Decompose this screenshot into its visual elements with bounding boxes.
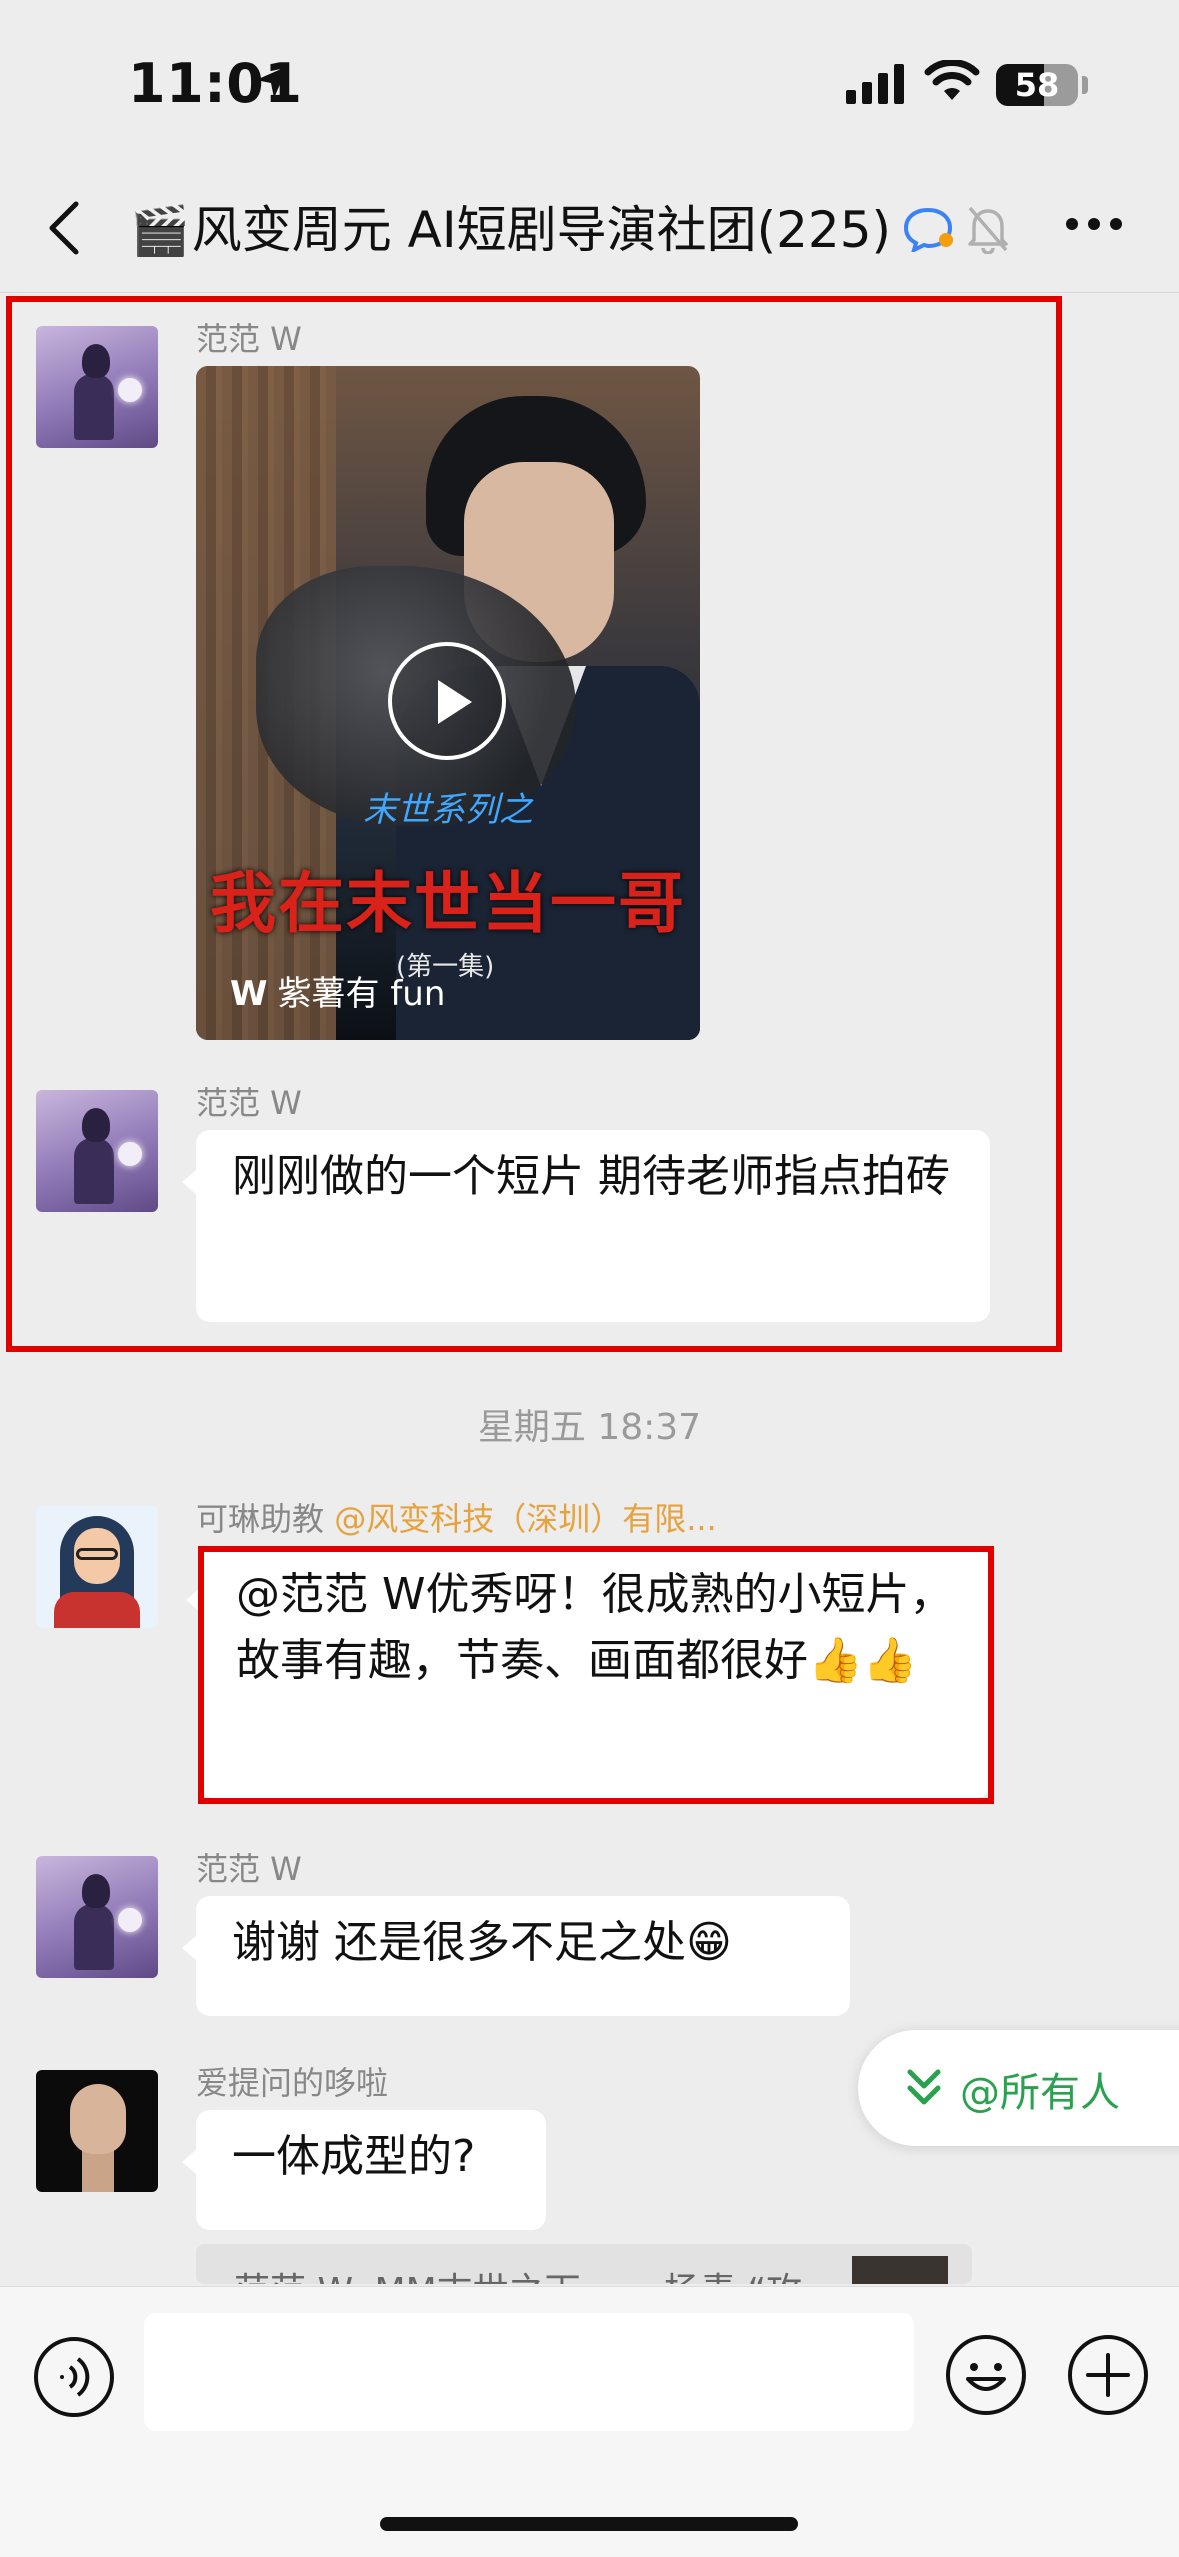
battery-percent: 58: [1014, 66, 1060, 104]
avatar[interactable]: [36, 1090, 158, 1212]
chat-title[interactable]: 🎬风变周元 AI短剧导演社团(225): [130, 190, 891, 262]
sender-org-tag: @风变科技（深圳）有限...: [334, 1500, 717, 1538]
avatar[interactable]: [36, 2070, 158, 2192]
voice-input-icon[interactable]: [32, 2335, 116, 2419]
quoted-message[interactable]: 范范 W: ⅯM末世之下…… 杨青 “攻: [196, 2244, 972, 2284]
avatar[interactable]: [36, 1856, 158, 1978]
quoted-thumbnail: [852, 2256, 948, 2284]
chat-header: 🎬风变周元 AI短剧导演社团(225): [0, 160, 1179, 293]
status-bar: 11:01 58: [0, 0, 1179, 160]
battery-icon: 58: [996, 64, 1078, 106]
muted-bell-icon: [968, 206, 1008, 254]
input-bar: [0, 2286, 1179, 2557]
chat-title-text: 风变周元 AI短剧导演社团(225): [191, 201, 892, 259]
sender-name-text: 可琳助教: [196, 1500, 325, 1538]
quoted-text: 范范 W: ⅯM末世之下…… 杨青 “攻: [234, 2262, 802, 2284]
sender-name: 可琳助教 @风变科技（深圳）有限...: [196, 1494, 717, 1540]
cellular-signal-icon: [846, 64, 904, 104]
mention-all-button[interactable]: @所有人: [858, 2030, 1179, 2146]
back-chevron-icon[interactable]: [46, 200, 82, 256]
video-title: 我在末世当一哥: [210, 865, 686, 942]
location-arrow-icon: [256, 66, 288, 98]
battery-cap: [1082, 76, 1088, 94]
video-message[interactable]: 末世系列之 我在末世当一哥 (第一集) W 紫薯有 fun: [196, 366, 700, 1040]
avatar[interactable]: [36, 326, 158, 448]
message-bubble[interactable]: @范范 W优秀呀！很成熟的小短片，故事有趣，节奏、画面都很好👍👍: [186, 1548, 990, 1798]
sender-name: 爱提问的哆啦: [196, 2064, 389, 2102]
video-watermark: W 紫薯有 fun: [230, 974, 446, 1014]
play-icon[interactable]: [388, 642, 506, 760]
clapperboard-icon: 🎬: [130, 203, 190, 259]
more-options-icon[interactable]: [1064, 216, 1124, 232]
home-indicator[interactable]: [380, 2517, 798, 2531]
message-bubble[interactable]: 谢谢 还是很多不足之处😁: [182, 1896, 850, 2016]
message-bubble[interactable]: 一体成型的?: [182, 2110, 546, 2230]
watermark-logo-icon: W: [230, 974, 268, 1014]
mention-all-label: @所有人: [960, 2070, 1120, 2116]
message-input[interactable]: [144, 2313, 914, 2431]
sender-name: 范范 W: [196, 1850, 302, 1888]
wifi-icon: [924, 60, 980, 100]
emoji-icon[interactable]: [944, 2333, 1028, 2417]
message-bubble[interactable]: 刚刚做的一个短片 期待老师指点拍砖: [182, 1130, 990, 1322]
sender-name: 范范 W: [196, 1084, 302, 1122]
sender-name: 范范 W: [196, 320, 302, 358]
plus-icon[interactable]: [1066, 2333, 1150, 2417]
double-chevron-down-icon: [907, 2069, 941, 2105]
video-subtitle: 末世系列之: [363, 790, 533, 830]
avatar[interactable]: [36, 1506, 158, 1628]
ai-chat-icon[interactable]: [900, 204, 956, 252]
timestamp: 星期五 18:37: [477, 1407, 702, 1448]
